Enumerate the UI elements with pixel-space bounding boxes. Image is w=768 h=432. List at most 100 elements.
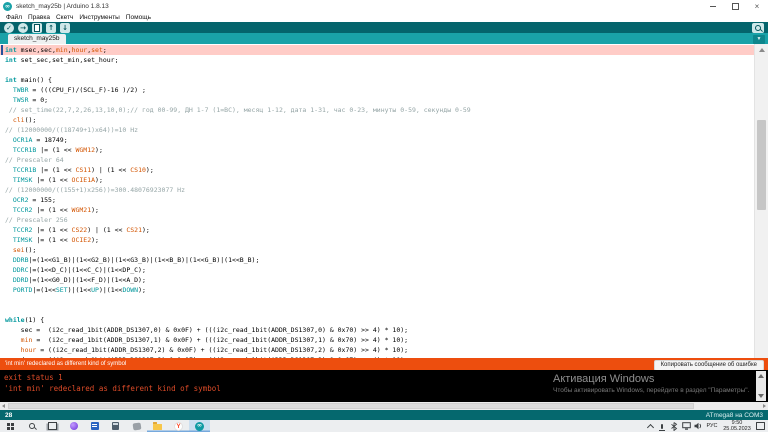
code-line[interactable]: hour = ((i2c_read_1bit(ADDR_DS1307,2) & …: [0, 345, 754, 355]
title-bar: ∞ sketch_may25b | Arduino 1.8.13 ×: [0, 0, 768, 13]
code-line[interactable]: DDRB|=(1<<G1_B)|(1<<G2_B)|(1<<G3_B)|(1<<…: [0, 255, 754, 265]
code-line[interactable]: DDRD|=(1<<G0_D)|(1<<F_D)|(1<<A_D);: [0, 275, 754, 285]
code-lines: int msec,sec,min,hour,set;int set_sec,se…: [0, 45, 754, 358]
code-line[interactable]: while(1) {: [0, 315, 754, 325]
app-blue-button[interactable]: [84, 420, 105, 432]
build-console[interactable]: exit status 1'int min' redeclared as dif…: [0, 370, 768, 402]
code-line[interactable]: TIMSK |= (1 << OCIE1A);: [0, 175, 754, 185]
open-button[interactable]: ↑: [46, 23, 56, 33]
tray-volume-button[interactable]: [692, 420, 704, 432]
menu-item-3[interactable]: Инструменты: [79, 14, 120, 21]
code-line[interactable]: DDRC|=(1<<D_C)|(1<<C_C)|(1<<DP_C);: [0, 265, 754, 275]
menu-item-4[interactable]: Помощь: [126, 14, 151, 21]
menu-item-0[interactable]: Файл: [6, 14, 22, 21]
upload-button[interactable]: →: [18, 23, 28, 33]
new-sketch-button[interactable]: [32, 23, 42, 33]
save-button[interactable]: ↓: [60, 23, 70, 33]
code-line[interactable]: TWBR = (((CPU_F)/(SCL_F)-16 )/2) ;: [0, 85, 754, 95]
scroll-up-icon[interactable]: [759, 48, 765, 52]
code-line[interactable]: sec = (i2c_read_1bit(ADDR_DS1307,0) & 0x…: [0, 325, 754, 335]
code-line[interactable]: int msec,sec,min,hour,set;: [0, 45, 754, 55]
scroll-right-icon[interactable]: [763, 404, 766, 408]
file-explorer-button[interactable]: [147, 420, 168, 432]
code-line[interactable]: // set_time(22,7,2,26,13,10,0);// год 00…: [0, 105, 754, 115]
code-editor[interactable]: int msec,sec,min,hour,set;int set_sec,se…: [0, 44, 768, 358]
window-title: sketch_may25b | Arduino 1.8.13: [16, 3, 109, 10]
tray-clock[interactable]: 9:50 25.05.2023: [720, 420, 754, 432]
code-line[interactable]: TCCR2 |= (1 << CS22) | (1 << CS21);: [0, 225, 754, 235]
status-bar: 28 ATmega8 на COM3: [0, 410, 768, 420]
tab-strip: sketch_may25b ▼: [0, 33, 768, 44]
error-message: 'int min' redeclared as different kind o…: [5, 361, 126, 367]
code-line[interactable]: [0, 305, 754, 315]
arduino-button[interactable]: ∞: [189, 420, 210, 432]
paint3d-button[interactable]: [126, 420, 147, 432]
code-line[interactable]: PORTD|=(1<<SET)|(1<<UP)|(1<<DOWN);: [0, 285, 754, 295]
menu-item-2[interactable]: Скетч: [56, 14, 73, 21]
network-icon: [682, 422, 691, 430]
new-page-icon: [34, 24, 40, 32]
minimize-icon: [710, 6, 716, 7]
code-line[interactable]: OCR1A = 18749;: [0, 135, 754, 145]
tray-bluetooth-button[interactable]: [668, 420, 680, 432]
code-line[interactable]: // (12000000/((155+1)x256))=300.48076923…: [0, 185, 754, 195]
bluetooth-icon: [670, 422, 678, 431]
editor-scrollbar-thumb[interactable]: [757, 120, 766, 210]
console-line: 'int min' redeclared as different kind o…: [0, 383, 768, 394]
tray-date: 25.05.2023: [720, 426, 754, 432]
error-status-bar: 'int min' redeclared as different kind o…: [0, 358, 768, 370]
code-line[interactable]: int main() {: [0, 75, 754, 85]
code-line[interactable]: [0, 65, 754, 75]
scroll-left-icon[interactable]: [2, 404, 5, 408]
minimize-button[interactable]: [702, 0, 724, 13]
console-horizontal-scrollbar[interactable]: [0, 402, 768, 410]
scroll-up-icon[interactable]: [758, 374, 764, 378]
code-line[interactable]: // Prescaler 256: [0, 215, 754, 225]
search-icon: [28, 422, 36, 430]
code-line[interactable]: TCCR2 |= (1 << WGM21);: [0, 205, 754, 215]
tab-dropdown-button[interactable]: ▼: [753, 35, 765, 44]
code-line[interactable]: int set_sec,set_min,set_hour;: [0, 55, 754, 65]
blue-app-icon: [91, 422, 99, 430]
arduino-icon: ∞: [195, 422, 204, 431]
close-button[interactable]: ×: [746, 0, 768, 13]
tray-mic-button[interactable]: [656, 420, 668, 432]
code-line[interactable]: TWSR = 0;: [0, 95, 754, 105]
tray-language-indicator[interactable]: РУС: [704, 420, 720, 432]
code-line[interactable]: min = (i2c_read_1bit(ADDR_DS1307,1) & 0x…: [0, 335, 754, 345]
menu-item-1[interactable]: Правка: [28, 14, 50, 21]
code-line[interactable]: // Prescaler 64: [0, 155, 754, 165]
windows-logo-icon: [7, 423, 14, 430]
maximize-button[interactable]: [724, 0, 746, 13]
code-line[interactable]: [0, 295, 754, 305]
task-view-button[interactable]: [42, 420, 63, 432]
cortana-button[interactable]: [63, 420, 84, 432]
tab-sketch[interactable]: sketch_may25b: [8, 34, 66, 44]
code-line[interactable]: OCR2 = 155;: [0, 195, 754, 205]
maximize-icon: [732, 3, 739, 10]
close-icon: ×: [755, 3, 760, 11]
code-line[interactable]: TCCR1B |= (1 << CS11) | (1 << CS10);: [0, 165, 754, 175]
folder-icon: [153, 424, 162, 430]
horizontal-scrollbar-thumb[interactable]: [8, 403, 694, 409]
scroll-down-icon[interactable]: [758, 394, 764, 398]
verify-button[interactable]: ✓: [4, 23, 14, 33]
calculator-button[interactable]: [105, 420, 126, 432]
yandex-browser-button[interactable]: Y: [168, 420, 189, 432]
window-controls: ×: [702, 0, 768, 13]
console-scrollbar[interactable]: [756, 371, 766, 401]
tray-chevron-button[interactable]: [644, 420, 656, 432]
notification-center-button[interactable]: [754, 420, 766, 432]
start-button[interactable]: [0, 420, 21, 432]
editor-scrollbar[interactable]: [754, 44, 768, 358]
code-line[interactable]: TIMSK |= (1 << OCIE2);: [0, 235, 754, 245]
copy-error-button[interactable]: Копировать сообщение об ошибке: [654, 360, 764, 371]
serial-monitor-button[interactable]: [752, 23, 764, 33]
system-tray: РУС 9:50 25.05.2023: [644, 420, 766, 432]
search-button[interactable]: [21, 420, 42, 432]
code-line[interactable]: // (12000000/((18749+1)x64))=10 Hz: [0, 125, 754, 135]
code-line[interactable]: sei();: [0, 245, 754, 255]
code-line[interactable]: cli();: [0, 115, 754, 125]
code-line[interactable]: TCCR1B |= (1 << WGM12);: [0, 145, 754, 155]
tray-network-button[interactable]: [680, 420, 692, 432]
